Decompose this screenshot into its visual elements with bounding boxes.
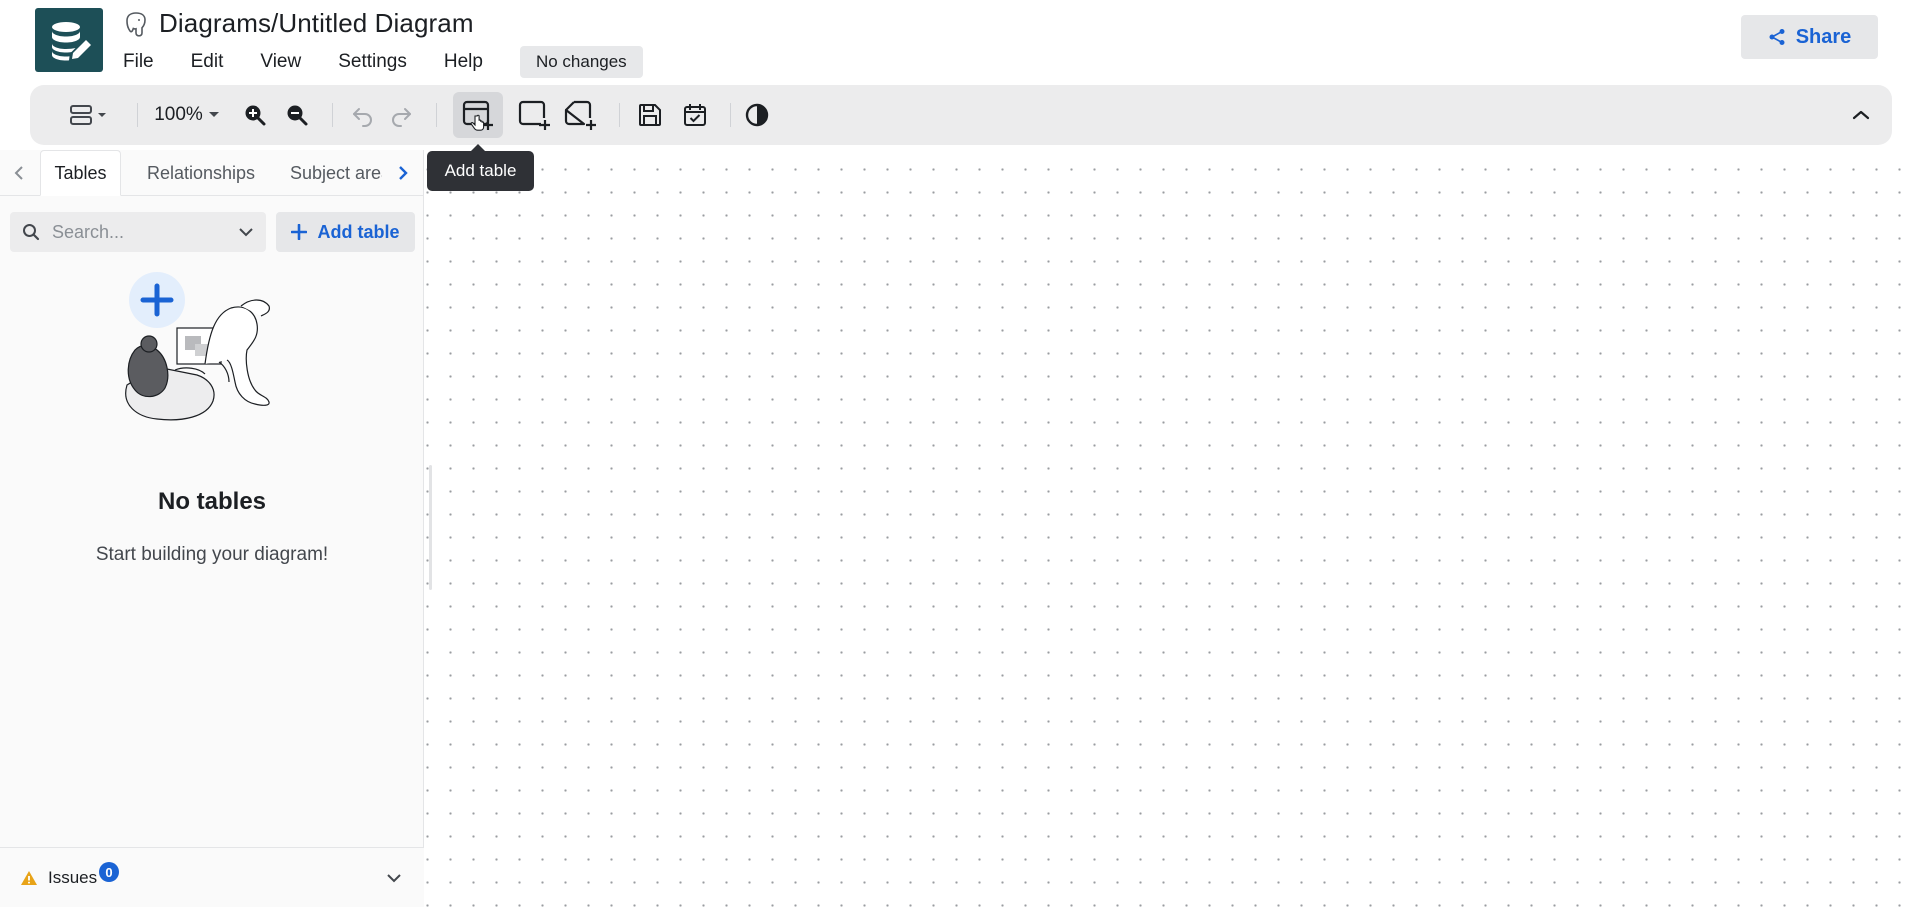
- theme-toggle-button[interactable]: [742, 85, 772, 145]
- search-input[interactable]: [52, 221, 232, 243]
- add-table-label: Add table: [317, 221, 400, 242]
- menu-view[interactable]: View: [260, 51, 301, 73]
- share-icon: [1769, 29, 1785, 45]
- save-icon: [639, 104, 661, 126]
- empty-state-title: No tables: [157, 488, 267, 515]
- issues-count-badge: 0: [99, 862, 119, 882]
- undo-icon: [353, 108, 372, 127]
- table-search-select[interactable]: [10, 212, 266, 252]
- diagram-title[interactable]: Diagrams/Untitled Diagram: [159, 8, 474, 39]
- calendar-check-icon: [684, 104, 706, 126]
- database-edit-icon: [52, 22, 91, 61]
- empty-state-subtitle: Start building your diagram!: [95, 544, 329, 565]
- add-area-button[interactable]: [511, 85, 557, 145]
- issues-label: Issues: [48, 867, 98, 887]
- tabs-scroll-left-button[interactable]: [8, 162, 30, 184]
- caret-down-icon: [208, 112, 219, 117]
- tabs-scroll-right-button[interactable]: [392, 162, 414, 184]
- add-area-icon: [518, 100, 550, 131]
- layout-menu-button[interactable]: [64, 85, 114, 145]
- sidebar: Tables Relationships Subject areas Add t…: [0, 150, 424, 907]
- plus-icon: [291, 224, 308, 240]
- search-icon: [23, 224, 40, 241]
- redo-button[interactable]: [386, 85, 416, 145]
- add-table-icon: [462, 100, 493, 131]
- zoom-in-button[interactable]: [240, 85, 270, 145]
- menu-help[interactable]: Help: [444, 51, 483, 73]
- chevron-right-icon: [399, 166, 408, 180]
- chevron-down-icon[interactable]: [238, 227, 254, 237]
- zoom-out-icon: [287, 105, 308, 126]
- issues-panel-header[interactable]: Issues 0: [0, 847, 424, 907]
- menu-settings[interactable]: Settings: [338, 51, 407, 73]
- app-logo[interactable]: [35, 8, 103, 72]
- menu-edit[interactable]: Edit: [191, 51, 224, 73]
- menu-file[interactable]: File: [123, 51, 154, 73]
- sidebar-tabs: Tables Relationships Subject areas: [0, 150, 424, 196]
- collapse-icon: [1852, 110, 1870, 120]
- save-status-badge: No changes: [519, 46, 643, 78]
- zoom-in-icon: [245, 105, 266, 126]
- undo-button[interactable]: [348, 85, 378, 145]
- chevron-down-icon[interactable]: [386, 873, 402, 883]
- chevron-left-icon: [14, 166, 23, 180]
- share-label: Share: [1795, 25, 1852, 48]
- tab-tables[interactable]: Tables: [40, 150, 121, 196]
- collapse-toolbar-button[interactable]: [1846, 85, 1876, 145]
- add-note-button[interactable]: [557, 85, 603, 145]
- add-table-button[interactable]: [453, 92, 503, 138]
- zoom-level: 100%: [154, 104, 203, 125]
- layout-icon: [70, 105, 106, 125]
- share-button[interactable]: Share: [1741, 15, 1878, 59]
- theme-toggle-icon: [745, 103, 769, 127]
- postgresql-icon: [123, 11, 149, 37]
- add-table-sidebar-button[interactable]: Add table: [276, 212, 415, 252]
- toolbar: 100%: [30, 85, 1892, 145]
- empty-state-illustration: [125, 272, 270, 421]
- version-button[interactable]: [680, 85, 710, 145]
- warning-icon: [21, 870, 37, 885]
- sidebar-resize-handle[interactable]: [429, 465, 432, 590]
- add-table-tooltip: Add table: [427, 144, 534, 191]
- add-note-icon: [564, 100, 596, 130]
- zoom-out-button[interactable]: [282, 85, 312, 145]
- diagram-canvas[interactable]: [425, 150, 1918, 907]
- save-button[interactable]: [635, 85, 665, 145]
- tab-relationships[interactable]: Relationships: [147, 150, 257, 196]
- zoom-select[interactable]: 100%: [152, 85, 222, 145]
- tab-subject-areas[interactable]: Subject areas: [290, 150, 382, 196]
- redo-icon: [392, 108, 411, 127]
